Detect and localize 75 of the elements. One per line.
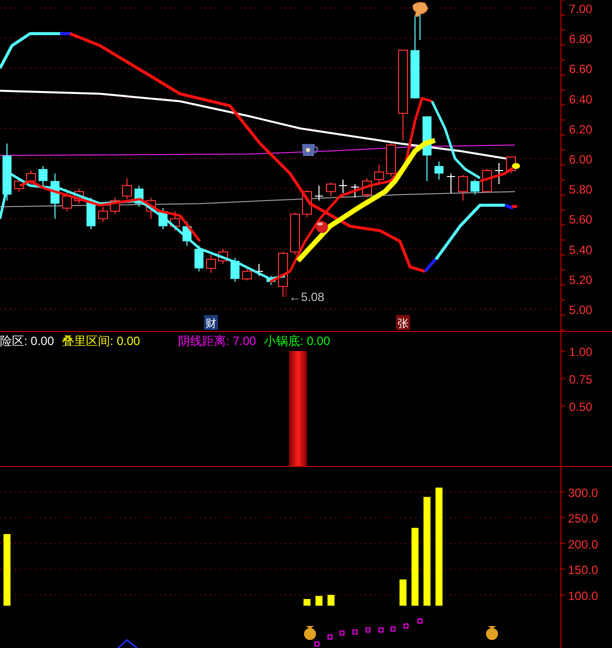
- axis-label: 6.40: [569, 92, 592, 106]
- candlestick: [218, 248, 228, 264]
- dot-icon: [512, 163, 520, 169]
- event-tag: 张: [396, 315, 410, 330]
- axis-label: 6.80: [569, 32, 592, 46]
- candlestick: [326, 182, 336, 197]
- axis-label: 5.80: [569, 182, 592, 197]
- axis-label: 6.00: [569, 152, 592, 166]
- candlestick: [62, 191, 72, 212]
- indicator-readout: 小锅底: 0.00: [264, 333, 330, 350]
- axis-label: 5.60: [569, 212, 592, 227]
- candlestick: [422, 116, 432, 182]
- candlestick: [446, 173, 456, 194]
- cup-icon: [302, 144, 318, 156]
- money-bag-icon: [486, 626, 498, 640]
- axis-label: 150.0: [568, 563, 598, 578]
- candlestick: [74, 188, 84, 204]
- candlestick: [26, 170, 36, 185]
- candlestick: [374, 164, 384, 184]
- axis-label: 200.0: [568, 537, 598, 552]
- ball-icon: [316, 221, 328, 233]
- indicator-bar: [316, 596, 322, 606]
- axis-label: 0.75: [569, 372, 592, 387]
- candlestick: [194, 245, 204, 272]
- candlestick: [182, 221, 192, 246]
- candlestick: [122, 178, 132, 200]
- candlestick: [2, 142, 12, 202]
- candlestick: [206, 254, 216, 274]
- low-price-label: ←5.08: [289, 290, 324, 304]
- candlestick: [158, 208, 168, 230]
- axis-label: 5.40: [569, 242, 592, 257]
- indicator-bar: [4, 534, 10, 606]
- candlestick: [110, 197, 120, 215]
- axis-label: 0.50: [569, 400, 592, 414]
- axis-label: 5.00: [569, 303, 592, 317]
- candlestick: [170, 210, 180, 232]
- candlestick: [242, 266, 252, 281]
- axis-label: 7.00: [569, 2, 592, 16]
- candlestick: [254, 263, 264, 276]
- candlestick: [434, 161, 444, 180]
- axis-label: 250.0: [568, 512, 598, 526]
- candlestick: [14, 178, 24, 192]
- candlestick: [470, 179, 480, 196]
- candlestick: [350, 184, 360, 198]
- indicator-readout: 阴线距离: 7.00: [178, 333, 256, 350]
- candlestick: [278, 251, 288, 298]
- candlestick: [362, 178, 372, 198]
- axis-label: 5.20: [569, 272, 592, 287]
- candlestick: [290, 212, 300, 256]
- end-marker-icon: [512, 205, 517, 208]
- candlestick: [50, 173, 60, 220]
- candlestick: [386, 142, 396, 178]
- axis-label: 6.60: [569, 62, 592, 76]
- candlestick: [146, 197, 156, 220]
- indicator-bar: [304, 599, 310, 606]
- candlestick: [230, 257, 240, 282]
- candlestick: [482, 168, 492, 192]
- axis-label: 1.00: [569, 345, 592, 360]
- candlestick: [458, 174, 468, 202]
- candlestick: [494, 162, 504, 185]
- axis-label: 100.0: [568, 588, 598, 603]
- candlestick: [266, 275, 276, 286]
- money-bag-icon: [304, 626, 316, 640]
- zigzag-line: [118, 639, 138, 648]
- event-tag: 财: [204, 315, 218, 330]
- candlestick: [98, 206, 108, 222]
- indicator-readout: 险区: 0.00: [0, 333, 54, 350]
- candlestick: [338, 179, 348, 194]
- indicator-bar: [400, 579, 406, 606]
- indicator-bar: [328, 594, 334, 606]
- indicator-readout: 叠里区间: 0.00: [62, 333, 140, 350]
- axis-label: 300.0: [568, 486, 598, 500]
- candlestick: [134, 185, 144, 208]
- candlestick: [314, 185, 324, 202]
- axis-label: 6.20: [569, 122, 592, 136]
